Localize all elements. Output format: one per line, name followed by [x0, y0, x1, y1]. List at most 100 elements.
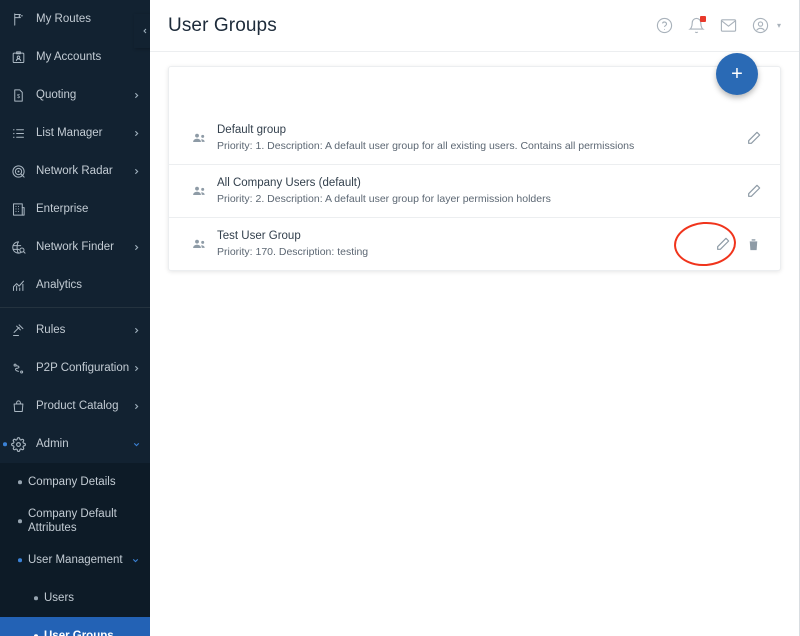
sidebar-item-p2p-configuration[interactable]: P2P Configuration: [0, 349, 150, 387]
svg-text:$: $: [16, 94, 20, 100]
sidebar-item-label: Network Finder: [36, 241, 131, 253]
app-root: My Routes My Accounts $ Quoting List Manager…: [0, 0, 800, 636]
user-group-row[interactable]: Test User GroupPriority: 170. Descriptio…: [169, 217, 780, 270]
sidebar-subitem-label: User Management: [28, 553, 131, 567]
top-bar: User Groups: [150, 0, 799, 52]
chevron-right-icon: [131, 326, 141, 335]
notifications-bell-icon[interactable]: [687, 16, 706, 35]
user-group-text: Test User GroupPriority: 170. Descriptio…: [217, 229, 714, 259]
sidebar-item-quoting[interactable]: $ Quoting: [0, 76, 150, 114]
globe-search-icon: [8, 237, 28, 257]
sidebar-navigation: My Routes My Accounts $ Quoting List Manager…: [0, 0, 150, 636]
user-group-description: Priority: 1. Description: A default user…: [217, 139, 745, 153]
user-group-text: Default groupPriority: 1. Description: A…: [217, 123, 745, 153]
edit-pencil-icon[interactable]: [745, 183, 762, 200]
chevron-right-icon: [131, 129, 141, 138]
analytics-chart-icon: [8, 275, 28, 295]
bullet-dot: [18, 558, 22, 562]
bullet-dot: [34, 596, 38, 600]
bullet-dot: [18, 480, 22, 484]
gear-icon: [8, 434, 28, 454]
sidebar-subitem-label: Company Default Attributes: [28, 507, 141, 535]
radar-icon: [8, 161, 28, 181]
building-icon: [8, 199, 28, 219]
user-groups-card: + Default groupPriority: 1. Description:…: [168, 66, 781, 271]
sidebar-subitem-user-management[interactable]: User Management: [0, 541, 150, 579]
sidebar-item-label: Enterprise: [36, 203, 131, 215]
active-parent-dot: [3, 442, 7, 446]
user-group-name: Test User Group: [217, 229, 714, 244]
main-content: User Groups: [150, 0, 800, 636]
page-title: User Groups: [168, 15, 277, 37]
sidebar-item-label: Rules: [36, 324, 131, 336]
chevron-down-icon: [131, 556, 141, 565]
edit-pencil-icon[interactable]: [714, 236, 731, 253]
id-badge-icon: [8, 47, 28, 67]
sidebar-subitem-label: User Groups: [44, 629, 141, 636]
sidebar-item-my-routes[interactable]: My Routes: [0, 0, 150, 38]
chevron-right-icon: [131, 91, 141, 100]
content-area: + Default groupPriority: 1. Description:…: [150, 52, 799, 636]
list-icon: [8, 123, 28, 143]
user-group-row[interactable]: All Company Users (default)Priority: 2. …: [169, 164, 780, 217]
admin-submenu: Company Details Company Default Attribute…: [0, 463, 150, 636]
help-icon[interactable]: [655, 16, 674, 35]
sidebar-subitem-user-groups[interactable]: User Groups: [0, 617, 150, 636]
sidebar-subitem-company-details[interactable]: Company Details: [0, 463, 150, 501]
edit-pencil-icon[interactable]: [745, 130, 762, 147]
group-people-icon: [191, 183, 217, 200]
chevron-right-icon: [131, 243, 141, 252]
sidebar-item-my-accounts[interactable]: My Accounts: [0, 38, 150, 76]
group-people-icon: [191, 130, 217, 147]
sidebar-item-label: P2P Configuration: [36, 362, 131, 374]
user-group-row[interactable]: Default groupPriority: 1. Description: A…: [169, 112, 780, 164]
sidebar-item-rules[interactable]: Rules: [0, 311, 150, 349]
notification-badge: [700, 16, 706, 22]
add-user-group-button[interactable]: +: [716, 53, 758, 95]
route-icon: [8, 9, 28, 29]
sidebar-item-label: My Routes: [36, 13, 131, 25]
user-group-name: Default group: [217, 123, 745, 138]
sidebar-subitem-company-default-attributes[interactable]: Company Default Attributes: [0, 501, 150, 541]
user-group-text: All Company Users (default)Priority: 2. …: [217, 176, 745, 206]
row-actions: [745, 130, 762, 147]
bullet-dot: [18, 519, 22, 523]
sidebar-collapse-toggle[interactable]: [134, 14, 150, 48]
delete-trash-icon[interactable]: [745, 236, 762, 253]
row-actions: [714, 236, 762, 253]
chevron-right-icon: [131, 167, 141, 176]
sidebar-item-label: Quoting: [36, 89, 131, 101]
p2p-node-icon: [8, 358, 28, 378]
sidebar-item-product-catalog[interactable]: Product Catalog: [0, 387, 150, 425]
mail-envelope-icon[interactable]: [719, 16, 738, 35]
chevron-down-icon: [131, 440, 141, 449]
sidebar-item-label: Network Radar: [36, 165, 131, 177]
sidebar-item-admin[interactable]: Admin: [0, 425, 150, 463]
group-people-icon: [191, 236, 217, 253]
user-group-name: All Company Users (default): [217, 176, 745, 191]
quote-document-icon: $: [8, 85, 28, 105]
topbar-actions: ▾: [655, 16, 781, 35]
sidebar-divider: [0, 307, 150, 308]
sidebar-subitem-label: Users: [44, 591, 141, 605]
user-groups-list: Default groupPriority: 1. Description: A…: [169, 112, 780, 270]
sidebar-item-network-radar[interactable]: Network Radar: [0, 152, 150, 190]
chevron-right-icon: [131, 364, 141, 373]
user-group-description: Priority: 170. Description: testing: [217, 245, 714, 259]
user-group-description: Priority: 2. Description: A default user…: [217, 192, 745, 206]
sidebar-item-label: List Manager: [36, 127, 131, 139]
sidebar-subitem-label: Company Details: [28, 475, 141, 489]
sidebar-item-label: My Accounts: [36, 51, 131, 63]
account-dropdown-caret-icon[interactable]: ▾: [777, 21, 781, 30]
sidebar-subitem-users[interactable]: Users: [0, 579, 150, 617]
sidebar-item-enterprise[interactable]: Enterprise: [0, 190, 150, 228]
user-avatar-icon[interactable]: [751, 16, 770, 35]
gavel-icon: [8, 320, 28, 340]
sidebar-item-label: Product Catalog: [36, 400, 131, 412]
sidebar-item-label: Admin: [36, 438, 131, 450]
sidebar-item-label: Analytics: [36, 279, 131, 291]
sidebar-item-analytics[interactable]: Analytics: [0, 266, 150, 304]
sidebar-item-list-manager[interactable]: List Manager: [0, 114, 150, 152]
sidebar-item-network-finder[interactable]: Network Finder: [0, 228, 150, 266]
shopping-bag-icon: [8, 396, 28, 416]
